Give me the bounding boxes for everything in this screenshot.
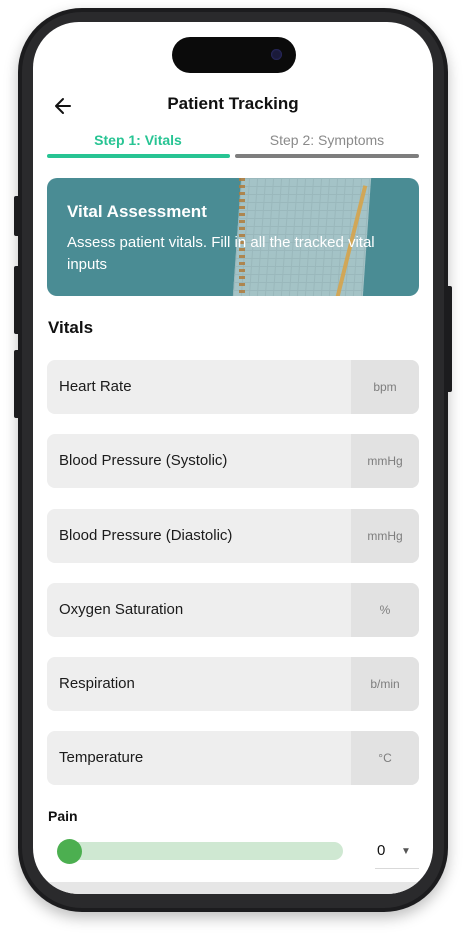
side-button-action	[14, 196, 20, 236]
field-label: Blood Pressure (Diastolic)	[59, 527, 233, 544]
unit-suffix: b/min	[351, 657, 419, 711]
dropdown-caret-icon: ▼	[401, 846, 411, 857]
temperature-field[interactable]: Temperature °C	[47, 731, 419, 785]
side-button-volume-down	[14, 350, 20, 418]
bottom-strip	[33, 882, 433, 894]
app-screen: Patient Tracking Step 1: Vitals Step 2: …	[33, 22, 433, 894]
unit-suffix: °C	[351, 731, 419, 785]
dynamic-island	[172, 37, 296, 73]
field-label: Blood Pressure (Systolic)	[59, 452, 228, 469]
heart-rate-field[interactable]: Heart Rate bpm	[47, 360, 419, 414]
pain-value-dropdown[interactable]: 0 ▼	[375, 838, 419, 869]
respiration-field[interactable]: Respiration b/min	[47, 657, 419, 711]
field-label: Heart Rate	[59, 378, 132, 395]
step-vitals-progress-bar	[47, 154, 230, 158]
pain-slider-track[interactable]	[59, 842, 343, 860]
unit-suffix: bpm	[351, 360, 419, 414]
unit-suffix: mmHg	[351, 509, 419, 563]
app-header: Patient Tracking	[33, 92, 433, 132]
field-label: Oxygen Saturation	[59, 601, 184, 618]
bp-systolic-field[interactable]: Blood Pressure (Systolic) mmHg	[47, 434, 419, 488]
front-camera-icon	[271, 49, 282, 60]
side-button-volume-up	[14, 266, 20, 334]
pain-label: Pain	[48, 808, 78, 824]
vital-assessment-banner: Vital Assessment Assess patient vitals. …	[47, 178, 419, 296]
bp-diastolic-field[interactable]: Blood Pressure (Diastolic) mmHg	[47, 509, 419, 563]
page-title: Patient Tracking	[167, 94, 299, 113]
unit-suffix: mmHg	[351, 434, 419, 488]
unit-suffix: %	[351, 583, 419, 637]
pain-slider-thumb[interactable]	[57, 839, 82, 864]
field-label: Respiration	[59, 675, 135, 692]
banner-subtitle: Assess patient vitals. Fill in all the t…	[67, 234, 375, 273]
banner-title: Vital Assessment	[67, 202, 207, 221]
field-label: Temperature	[59, 749, 144, 766]
tab-step-vitals[interactable]: Step 1: Vitals	[47, 132, 229, 148]
tab-step-symptoms[interactable]: Step 2: Symptoms	[236, 132, 418, 148]
pain-value: 0	[377, 842, 386, 859]
side-button-power	[446, 286, 452, 392]
vitals-section-title: Vitals	[48, 318, 94, 337]
oxygen-saturation-field[interactable]: Oxygen Saturation %	[47, 583, 419, 637]
step-indicator: Step 1: Vitals Step 2: Symptoms	[47, 132, 419, 162]
step-symptoms-progress-bar	[235, 154, 419, 158]
